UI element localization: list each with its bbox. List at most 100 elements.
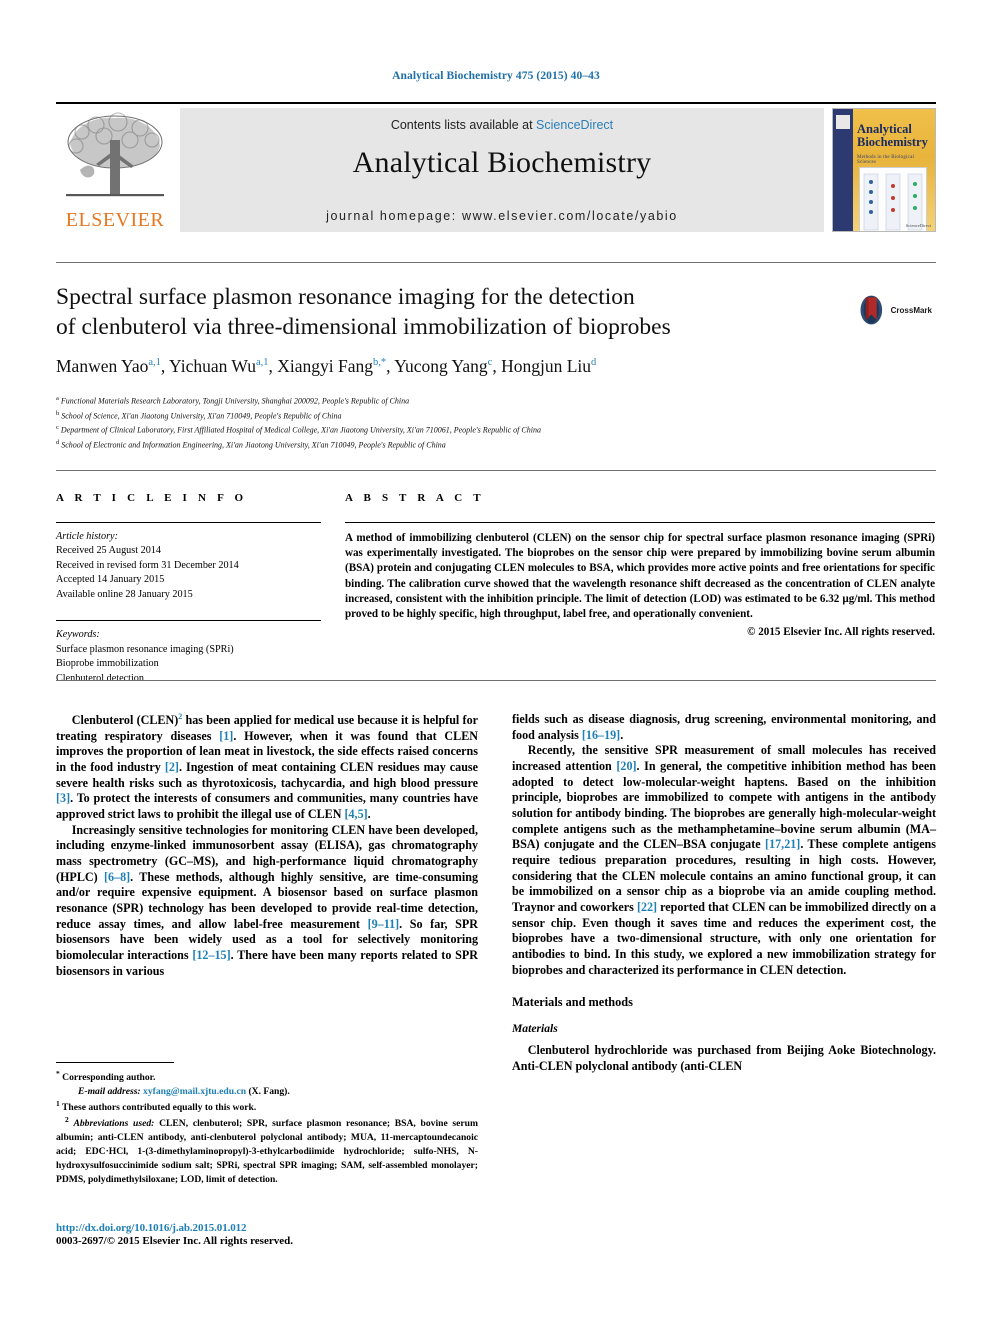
footnote-divider	[56, 1062, 174, 1063]
crossmark-badge[interactable]: CrossMark	[856, 288, 932, 332]
author-affiliation-marker: a,1	[148, 357, 161, 369]
cover-subtitle: Methods in the Biological Sciences	[857, 155, 915, 165]
email-address-label: E-mail address:	[78, 1086, 141, 1098]
history-line: Available online 28 January 2015	[56, 588, 193, 600]
article-info-column: A R T I C L E I N F O Article history: R…	[56, 492, 321, 686]
email-address-link[interactable]: xyfang@mail.xjtu.edu.cn	[143, 1086, 246, 1097]
cover-title-line2: Biochemistry	[857, 135, 928, 150]
doi-link[interactable]: http://dx.doi.org/10.1016/j.ab.2015.01.0…	[56, 1222, 486, 1234]
cover-footer-text: ScienceDirect	[905, 223, 931, 228]
journal-homepage-line[interactable]: journal homepage: www.elsevier.com/locat…	[180, 209, 824, 223]
journal-title: Analytical Biochemistry	[352, 146, 652, 179]
article-page: Analytical Biochemistry 475 (2015) 40–43	[0, 0, 992, 1323]
contents-prefix: Contents lists available at	[390, 118, 533, 132]
elsevier-logo: ELSEVIER	[56, 108, 174, 232]
body-text: fields such as disease diagnosis, drug s…	[512, 712, 936, 742]
footnote-block: * Corresponding author. E-mail address: …	[56, 1062, 478, 1187]
body-paragraph: Recently, the sensitive SPR measurement …	[512, 743, 936, 978]
keywords-block: Keywords: Surface plasmon resonance imag…	[56, 628, 321, 686]
footnote-email-line: E-mail address: xyfang@mail.xjtu.edu.cn …	[56, 1085, 478, 1099]
abstract-copyright: © 2015 Elsevier Inc. All rights reserved…	[747, 626, 935, 639]
author-separator: ,	[492, 356, 502, 376]
abstract-column: A B S T R A C T A method of immobilizing…	[345, 492, 935, 638]
section-heading-materials-and-methods: Materials and methods	[512, 995, 633, 1010]
footnote-2-marker: 2	[65, 1115, 69, 1125]
citation-reference[interactable]: [16–19]	[582, 728, 620, 742]
article-history-label: Article history:	[56, 531, 118, 542]
crossmark-icon	[860, 295, 883, 325]
author-name: Xiangyi Fang	[277, 356, 374, 376]
running-head: Analytical Biochemistry 475 (2015) 40–43	[392, 70, 600, 82]
abstract-section-bottom-divider	[56, 680, 936, 681]
body-paragraph: Clenbuterol (CLEN)2 has been applied for…	[56, 712, 478, 823]
doi-block: http://dx.doi.org/10.1016/j.ab.2015.01.0…	[56, 1222, 486, 1247]
keywords-label: Keywords:	[56, 629, 100, 641]
author-name: Yichuan Wu	[169, 356, 256, 376]
affiliation-list: a Functional Materials Research Laborato…	[56, 394, 936, 452]
issn-copyright-line: 0003-2697/© 2015 Elsevier Inc. All right…	[56, 1235, 293, 1247]
citation-reference[interactable]: [22]	[637, 900, 657, 914]
body-column-right: fields such as disease diagnosis, drug s…	[512, 712, 936, 1074]
author-affiliation-marker: a,1	[255, 357, 269, 369]
body-paragraph: Clenbuterol hydrochloride was purchased …	[512, 1043, 936, 1073]
history-line: Accepted 14 January 2015	[56, 574, 165, 586]
citation-reference[interactable]: [9–11]	[368, 917, 400, 931]
abstract-section-top-divider	[56, 470, 936, 471]
citation-reference[interactable]: [6–8]	[104, 870, 130, 884]
body-text: .	[620, 727, 624, 742]
author-name: Hongjun Liu	[501, 356, 591, 376]
footnote-corresponding-author: * Corresponding author.	[56, 1069, 478, 1085]
subsection-heading-materials: Materials	[512, 1022, 558, 1036]
sciencedirect-link[interactable]: ScienceDirect	[536, 118, 613, 132]
journal-masthead: ELSEVIER Contents lists available at Sci…	[56, 102, 936, 232]
body-text: Clenbuterol (CLEN)	[71, 713, 179, 728]
article-info-divider	[56, 522, 321, 523]
citation-reference[interactable]: [17,21]	[765, 837, 800, 851]
footnote-corresponding-text: Corresponding author.	[62, 1072, 156, 1084]
title-divider	[56, 262, 936, 263]
cover-elsevier-mark-icon	[836, 115, 850, 129]
citation-reference[interactable]: [12–15]	[192, 948, 230, 962]
email-address-suffix: (X. Fang).	[248, 1086, 290, 1098]
author-name: Manwen Yao	[56, 356, 149, 376]
title-line-1: Spectral surface plasmon resonance imagi…	[56, 284, 635, 310]
contents-available-line: Contents lists available at ScienceDirec…	[180, 118, 824, 132]
author-name: Yucong Yang	[394, 356, 488, 376]
sciencedirect-panel: Contents lists available at ScienceDirec…	[180, 108, 824, 232]
cover-title: Analytical Biochemistry	[857, 122, 931, 150]
citation-reference[interactable]: [20]	[616, 759, 636, 773]
body-paragraph: fields such as disease diagnosis, drug s…	[512, 712, 936, 743]
affiliation-text: Functional Materials Research Laboratory…	[58, 396, 410, 406]
author-list: Manwen Yaoa,1, Yichuan Wua,1, Xiangyi Fa…	[56, 356, 856, 377]
affiliation-item: c Department of Clinical Laboratory, Fir…	[56, 423, 936, 438]
author-affiliation-marker: d	[591, 357, 597, 369]
author-separator: ,	[268, 356, 278, 376]
history-line: Received in revised form 31 December 201…	[56, 559, 239, 571]
body-paragraph: Increasingly sensitive technologies for …	[56, 823, 478, 980]
affiliation-item: a Functional Materials Research Laborato…	[56, 394, 936, 409]
crossmark-label: CrossMark	[890, 305, 932, 315]
affiliation-text: Department of Clinical Laboratory, First…	[58, 425, 541, 435]
author-affiliation-marker: b,*	[373, 357, 387, 369]
elsevier-wordmark: ELSEVIER	[65, 209, 165, 231]
footnote-1-text: These authors contributed equally to thi…	[61, 1102, 257, 1114]
article-info-heading: A R T I C L E I N F O	[56, 492, 248, 504]
affiliation-text: School of Electronic and Information Eng…	[59, 440, 446, 450]
page-title: Spectral surface plasmon resonance imagi…	[56, 282, 756, 342]
citation-reference[interactable]: [3]	[56, 791, 70, 805]
keywords-divider	[56, 620, 321, 622]
elsevier-tree-icon	[66, 112, 164, 197]
footnote-equal-contribution: 1 These authors contributed equally to t…	[56, 1099, 478, 1115]
keyword-item: Bioprobe immobilization	[56, 658, 159, 670]
citation-reference[interactable]: [1]	[219, 729, 233, 743]
title-line-2: of clenbuterol via three-dimensional imm…	[56, 314, 671, 341]
journal-cover-thumbnail: Analytical Biochemistry Methods in the B…	[832, 108, 936, 232]
body-column-left: Clenbuterol (CLEN)2 has been applied for…	[56, 712, 478, 979]
keyword-item: Surface plasmon resonance imaging (SPRi)	[56, 643, 234, 655]
citation-reference[interactable]: [4,5]	[344, 807, 367, 821]
abbreviations-label: Abbreviations used:	[73, 1118, 155, 1130]
body-text: .	[367, 806, 371, 821]
citation-reference[interactable]: [2]	[165, 760, 179, 774]
footnote-asterisk-marker: *	[56, 1069, 60, 1078]
abstract-heading: A B S T R A C T	[345, 492, 485, 504]
